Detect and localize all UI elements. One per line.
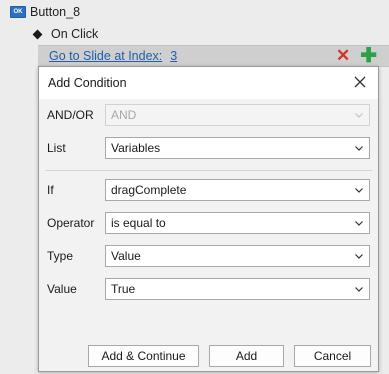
type-select[interactable]: Value [105, 245, 370, 267]
if-label: If [47, 183, 54, 197]
value-select[interactable]: True [105, 278, 370, 300]
operator-value: is equal to [111, 216, 166, 230]
event-label: On Click [51, 27, 99, 41]
action-icons: ✕ ✚ [336, 46, 377, 66]
type-row: Type Value [47, 245, 370, 267]
type-label: Type [47, 249, 74, 263]
if-row: If dragComplete [47, 179, 370, 201]
andor-row: AND/OR AND [47, 104, 370, 126]
chevron-down-icon [355, 221, 363, 226]
andor-value: AND [111, 108, 137, 122]
add-plus-icon[interactable]: ✚ [360, 46, 377, 66]
action-link[interactable]: Go to Slide at Index: [49, 49, 162, 63]
add-continue-button[interactable]: Add & Continue [88, 345, 199, 367]
if-select[interactable]: dragComplete [105, 179, 370, 201]
if-value: dragComplete [111, 183, 187, 197]
operator-select[interactable]: is equal to [105, 212, 370, 234]
tree-item-action[interactable]: Go to Slide at Index: 3 ✕ ✚ [38, 45, 389, 67]
close-icon[interactable] [352, 74, 368, 90]
operator-label: Operator [47, 216, 95, 230]
object-name: Button_8 [30, 5, 81, 19]
value-label: Value [47, 282, 77, 296]
chevron-down-icon [355, 287, 363, 292]
button-object-icon: OK [10, 6, 26, 18]
list-label: List [47, 141, 66, 155]
cancel-button[interactable]: Cancel [294, 345, 371, 367]
tree-item-button[interactable]: OK Button_8 [10, 1, 389, 23]
dialog-titlebar: Add Condition [39, 67, 378, 99]
tree-item-event[interactable]: On Click [32, 23, 389, 45]
operator-row: Operator is equal to [47, 212, 370, 234]
chevron-down-icon [355, 188, 363, 193]
action-index-link[interactable]: 3 [170, 49, 177, 63]
list-select[interactable]: Variables [105, 137, 370, 159]
chevron-down-icon [355, 146, 363, 151]
list-value: Variables [111, 141, 161, 155]
chevron-down-icon [355, 113, 363, 118]
divider [45, 170, 372, 171]
event-bullet-icon [32, 29, 43, 39]
chevron-down-icon [355, 254, 363, 259]
value-value: True [111, 282, 136, 296]
dialog-title: Add Condition [48, 76, 127, 90]
type-value: Value [111, 249, 141, 263]
list-row: List Variables [47, 137, 370, 159]
add-condition-dialog: Add Condition AND/OR AND List Variables … [38, 66, 379, 372]
andor-label: AND/OR [47, 108, 94, 122]
value-row: Value True [47, 278, 370, 300]
delete-x-icon[interactable]: ✕ [336, 47, 350, 64]
add-button[interactable]: Add [209, 345, 284, 367]
andor-select[interactable]: AND [105, 104, 370, 126]
